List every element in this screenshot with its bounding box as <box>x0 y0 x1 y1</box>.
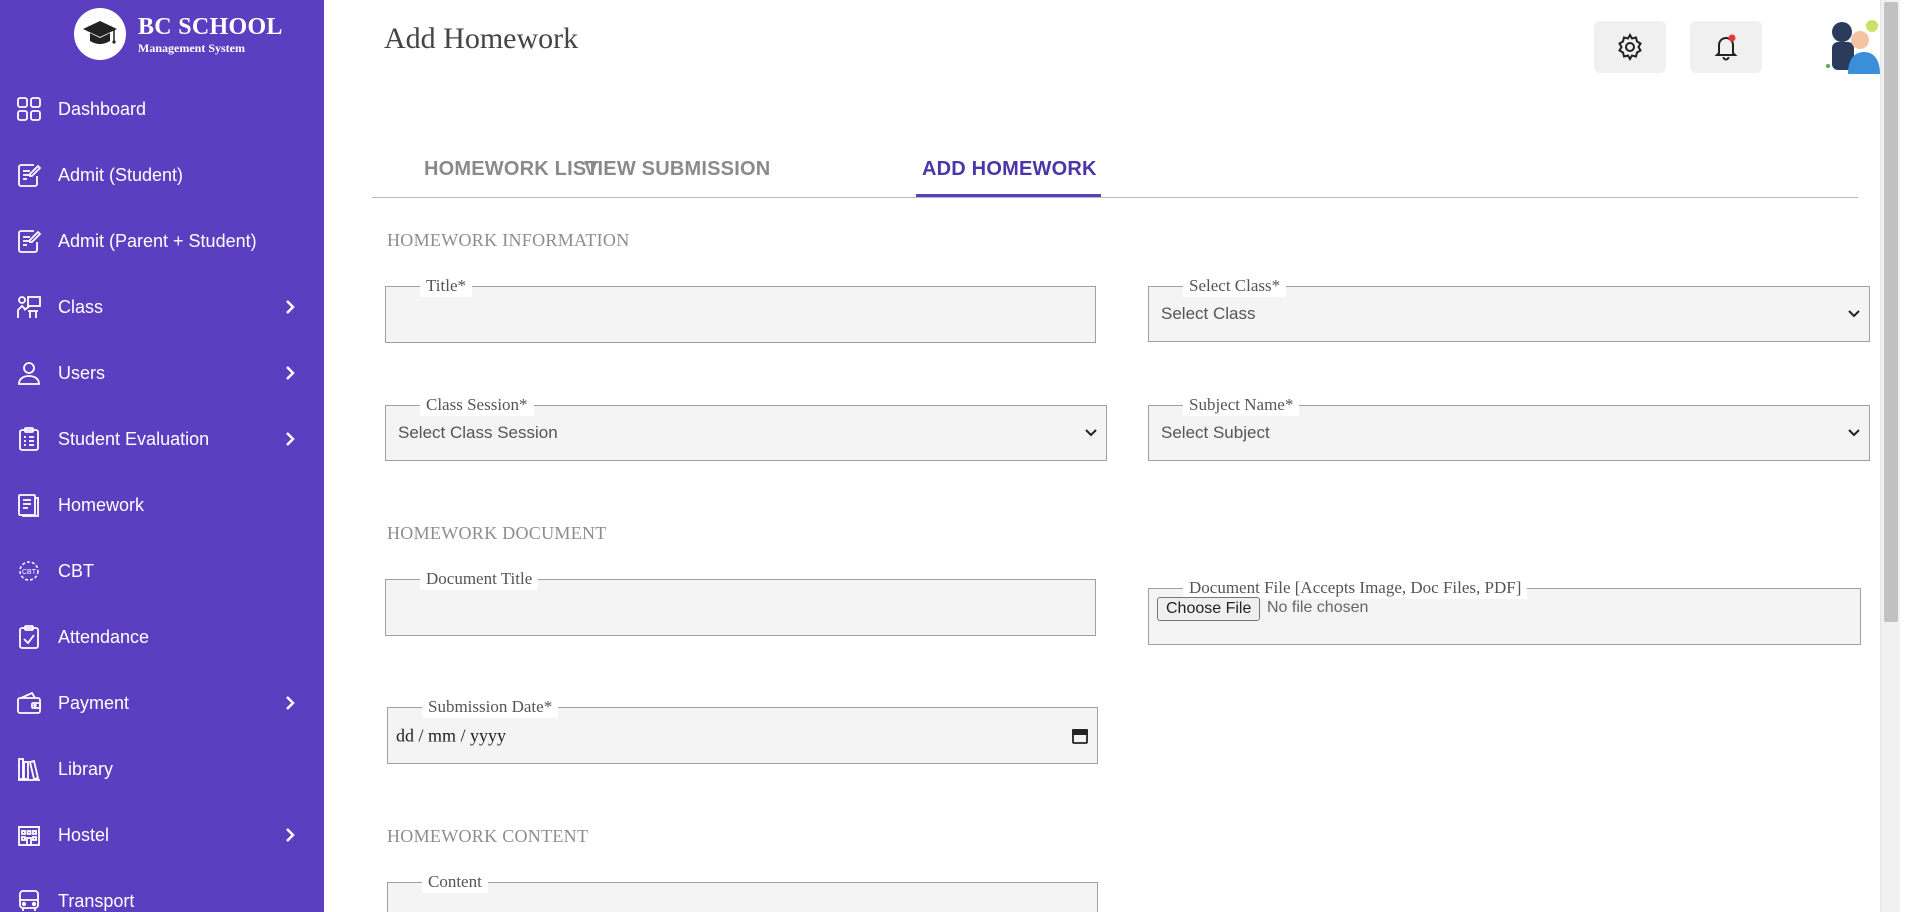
submission-date-value: dd / mm / yyyy <box>396 725 507 745</box>
submission-date-field[interactable]: Submission Date* dd / mm / yyyy <box>387 696 1098 764</box>
tab-bar: HOMEWORK LIST VIEW SUBMISSION ADD HOMEWO… <box>372 150 1858 198</box>
sidebar-item-admit-student[interactable]: Admit (Student) <box>0 142 324 208</box>
content-label: Content <box>422 871 488 893</box>
sidebar-item-label: Admit (Student) <box>58 164 184 185</box>
page-title: Add Homework <box>384 22 579 55</box>
cbt-icon: CBT <box>16 558 42 584</box>
section-title-homework-content: HOMEWORK CONTENT <box>387 826 589 846</box>
sidebar: BC SCHOOL Management System Dashboard Ad… <box>0 0 324 912</box>
select-class-dropdown[interactable]: Select Class* Select Class <box>1148 275 1870 342</box>
subject-name-value: Select Subject <box>1161 423 1270 442</box>
file-status: No file chosen <box>1267 599 1369 616</box>
bus-icon <box>16 888 42 912</box>
select-class-label: Select Class* <box>1183 275 1287 297</box>
sidebar-item-transport[interactable]: Transport <box>0 868 324 912</box>
notifications-button[interactable] <box>1690 21 1762 73</box>
calendar-icon[interactable] <box>1071 727 1089 745</box>
section-title-homework-information: HOMEWORK INFORMATION <box>387 230 630 250</box>
class-session-value: Select Class Session <box>398 423 558 442</box>
tab-add-homework[interactable]: ADD HOMEWORK <box>922 158 1097 181</box>
sidebar-item-label: Dashboard <box>58 98 147 119</box>
homework-icon <box>16 492 42 518</box>
sidebar-item-label: Homework <box>58 494 145 515</box>
class-session-dropdown[interactable]: Class Session* Select Class Session <box>385 394 1107 461</box>
subject-name-dropdown[interactable]: Subject Name* Select Subject <box>1148 394 1870 461</box>
active-tab-indicator <box>916 194 1101 197</box>
select-class-value: Select Class <box>1161 304 1256 323</box>
brand-subtitle: Management System <box>138 40 245 55</box>
sidebar-item-label: Hostel <box>58 824 110 845</box>
sidebar-item-label: Attendance <box>58 626 150 647</box>
user-icon <box>16 360 42 386</box>
submission-date-label: Submission Date* <box>422 696 559 718</box>
choose-file-button[interactable]: Choose File <box>1157 597 1261 621</box>
class-session-label: Class Session* <box>420 394 534 416</box>
sidebar-item-library[interactable]: Library <box>0 736 324 802</box>
tab-homework-list[interactable]: HOMEWORK LIST <box>424 158 599 181</box>
sidebar-item-users[interactable]: Users <box>0 340 324 406</box>
sidebar-item-class[interactable]: Class <box>0 274 324 340</box>
sidebar-item-label: CBT <box>58 560 94 581</box>
sidebar-item-label: Users <box>58 362 106 383</box>
content-field[interactable]: Content <box>387 871 1098 912</box>
title-field-label: Title* <box>420 275 473 297</box>
brand-logo[interactable]: BC SCHOOL Management System <box>74 8 283 60</box>
sidebar-item-hostel[interactable]: Hostel <box>0 802 324 868</box>
sidebar-item-admit-parent-student[interactable]: Admit (Parent + Student) <box>0 208 324 274</box>
settings-button[interactable] <box>1594 21 1666 73</box>
sidebar-item-label: Payment <box>58 692 130 713</box>
document-file-field: Document File [Accepts Image, Doc Files,… <box>1148 577 1861 645</box>
chevron-right-icon <box>286 432 295 446</box>
sidebar-item-label: Admit (Parent + Student) <box>58 230 257 251</box>
chevron-down-icon <box>1085 429 1097 437</box>
document-file-label: Document File [Accepts Image, Doc Files,… <box>1183 577 1528 599</box>
sidebar-item-cbt[interactable]: CBT CBT <box>0 538 324 604</box>
graduation-cap-icon <box>74 8 126 60</box>
sidebar-item-attendance[interactable]: Attendance <box>0 604 324 670</box>
document-title-field[interactable]: Document Title <box>385 568 1096 636</box>
wallet-icon <box>16 690 42 716</box>
title-field[interactable]: Title* <box>385 275 1096 343</box>
sidebar-nav: Dashboard Admit (Student) Admit (Parent … <box>0 76 324 912</box>
sidebar-item-label: Class <box>58 296 104 317</box>
hostel-icon <box>16 822 42 848</box>
chevron-down-icon <box>1848 429 1860 437</box>
main-content: Add Homework HOMEWORK LIST VIEW SUBMISSI… <box>324 0 1900 912</box>
chevron-right-icon <box>286 366 295 380</box>
document-title-label: Document Title <box>420 568 539 590</box>
edit-document-icon <box>16 162 42 188</box>
gear-icon <box>1618 32 1642 62</box>
sidebar-item-label: Library <box>58 758 114 779</box>
sidebar-item-homework[interactable]: Homework <box>0 472 324 538</box>
section-title-homework-document: HOMEWORK DOCUMENT <box>387 523 607 543</box>
classroom-icon <box>16 294 42 320</box>
avatar[interactable] <box>1822 18 1884 74</box>
attendance-icon <box>16 624 42 650</box>
svg-text:CBT: CBT <box>22 569 37 576</box>
chevron-down-icon <box>1848 310 1860 318</box>
chevron-right-icon <box>286 828 295 842</box>
library-icon <box>16 756 42 782</box>
sidebar-item-dashboard[interactable]: Dashboard <box>0 76 324 142</box>
grid-icon <box>16 96 42 122</box>
sidebar-item-label: Student Evaluation <box>58 428 210 449</box>
page-scrollbar[interactable] <box>1880 0 1900 912</box>
tab-view-submission[interactable]: VIEW SUBMISSION <box>584 158 770 181</box>
chevron-right-icon <box>286 300 295 314</box>
sidebar-item-label: Transport <box>58 890 135 911</box>
sidebar-item-student-evaluation[interactable]: Student Evaluation <box>0 406 324 472</box>
brand-title: BC SCHOOL <box>138 13 283 40</box>
chevron-right-icon <box>286 696 295 710</box>
sidebar-item-payment[interactable]: Payment <box>0 670 324 736</box>
subject-name-label: Subject Name* <box>1183 394 1300 416</box>
clipboard-icon <box>16 426 42 452</box>
bell-icon <box>1714 34 1738 61</box>
edit-document-icon <box>16 228 42 254</box>
scrollbar-thumb[interactable] <box>1884 2 1898 622</box>
